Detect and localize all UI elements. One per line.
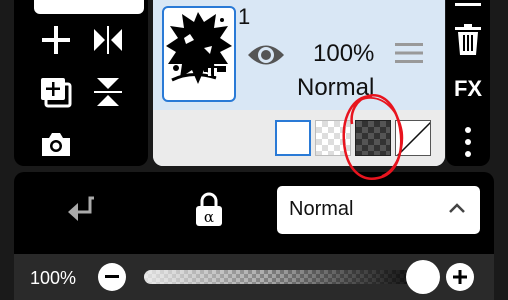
chevron-up-icon (449, 203, 465, 213)
layer-thumbnail[interactable] (162, 6, 236, 102)
plus-icon (42, 26, 70, 54)
menu-icon[interactable] (455, 0, 481, 10)
layer-preview-strip (34, 0, 144, 14)
blend-mode-selected: Normal (289, 198, 354, 220)
delete-layer-button[interactable] (455, 24, 481, 56)
drag-handle-icon (395, 43, 423, 63)
decrease-opacity-button[interactable] (98, 263, 126, 291)
layer-drag-handle[interactable] (395, 42, 423, 69)
flip-vertical-button[interactable] (88, 72, 128, 112)
right-toolbar: FX (446, 0, 490, 166)
more-vertical-icon[interactable] (463, 126, 473, 158)
background-none-swatch[interactable] (395, 120, 431, 156)
svg-text:α: α (204, 208, 214, 226)
minus-icon (105, 275, 119, 278)
opacity-value-label: 100% (30, 268, 77, 288)
background-dark-checker-swatch[interactable] (355, 120, 391, 156)
increase-opacity-button[interactable] (446, 263, 474, 291)
flip-vertical-icon (94, 78, 122, 106)
layer-opacity[interactable]: 100% (313, 40, 374, 68)
layer-artwork-image (166, 12, 232, 84)
camera-icon (42, 133, 70, 156)
tool-panel (14, 0, 148, 166)
opacity-slider-track[interactable] (144, 270, 430, 284)
flip-horizontal-button[interactable] (88, 20, 128, 60)
background-transparent-swatch[interactable] (315, 120, 351, 156)
layer-blend-mode[interactable]: Normal (297, 74, 374, 102)
layer-properties-panel: α Normal 100% (14, 172, 494, 300)
background-white-swatch[interactable] (275, 120, 311, 156)
alpha-lock-icon: α (196, 192, 222, 226)
layer-row[interactable]: 1 100% Normal (153, 0, 445, 166)
blend-mode-dropdown[interactable]: Normal (277, 186, 480, 234)
plus-icon (453, 270, 467, 284)
add-layer-icon (41, 78, 72, 108)
trash-icon (455, 24, 481, 55)
alpha-lock-button[interactable]: α (192, 192, 226, 228)
add-layer-button[interactable] (36, 72, 76, 112)
layer-number: 1 (238, 4, 251, 29)
visibility-toggle[interactable] (246, 40, 286, 75)
fx-button[interactable]: FX (446, 76, 490, 102)
slash-icon (396, 121, 430, 155)
merge-down-arrow-icon (68, 196, 94, 221)
flip-horizontal-icon (94, 26, 122, 54)
merge-down-button[interactable] (64, 194, 98, 228)
opacity-slider-row: 100% (14, 254, 494, 300)
camera-button[interactable] (36, 124, 76, 164)
opacity-slider-knob[interactable] (406, 260, 440, 294)
visibility-eye-icon (248, 45, 284, 65)
add-button[interactable] (36, 20, 76, 60)
